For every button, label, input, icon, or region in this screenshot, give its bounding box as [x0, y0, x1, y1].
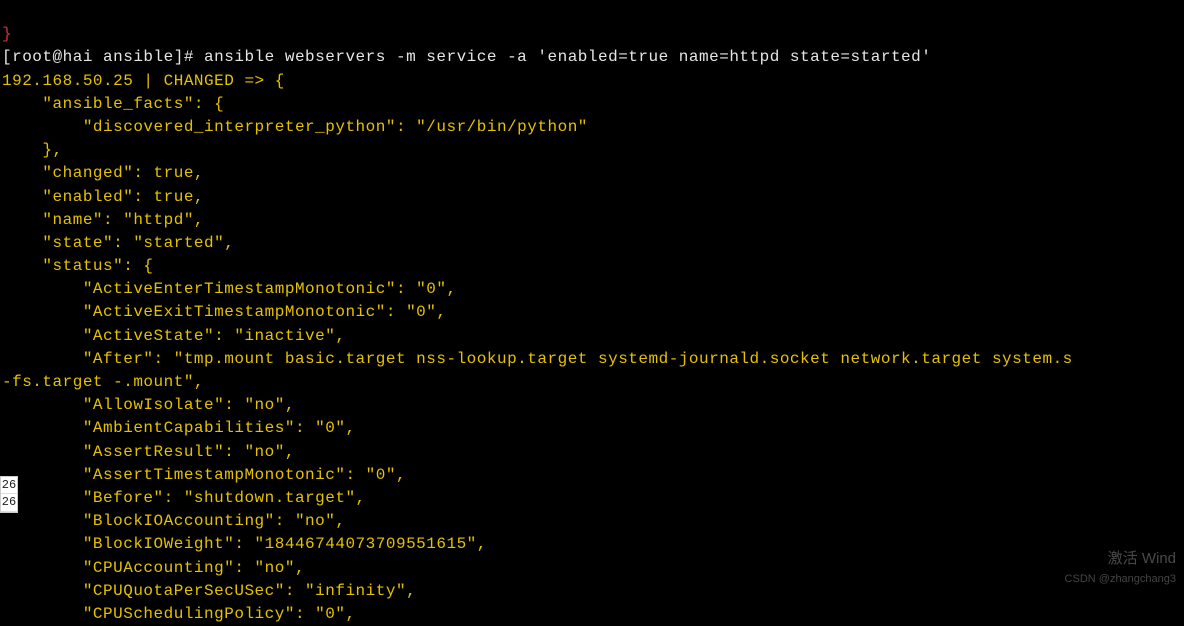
output-line: "discovered_interpreter_python": "/usr/b… — [2, 118, 588, 136]
output-line: "CPUSchedulingPolicy": "0", — [2, 605, 356, 623]
gutter-mark: 26 — [1, 494, 17, 511]
output-line: "BlockIOAccounting": "no", — [2, 512, 345, 530]
shell-command[interactable]: ansible webservers -m service -a 'enable… — [204, 48, 931, 66]
output-line: }, — [2, 141, 63, 159]
windows-activation-watermark: 激活 Wind — [1108, 548, 1176, 570]
terminal-output: } [root@hai ansible]# ansible webservers… — [0, 0, 1184, 626]
gutter-mark: 26 — [1, 477, 17, 494]
output-line: "ActiveExitTimestampMonotonic": "0", — [2, 303, 446, 321]
output-line: "CPUQuotaPerSecUSec": "infinity", — [2, 582, 416, 600]
output-line: "status": { — [2, 257, 154, 275]
output-line: "AssertResult": "no", — [2, 443, 295, 461]
side-gutter: 26 26 — [0, 476, 18, 513]
output-line: "enabled": true, — [2, 188, 204, 206]
host-result-line: 192.168.50.25 | CHANGED => { — [2, 72, 285, 90]
prev-close-brace: } — [2, 25, 12, 43]
output-line: "name": "httpd", — [2, 211, 204, 229]
output-line: "CPUAccounting": "no", — [2, 559, 305, 577]
csdn-watermark: CSDN @zhangchang3 — [1065, 572, 1176, 588]
output-line: "AmbientCapabilities": "0", — [2, 419, 356, 437]
output-line: "AssertTimestampMonotonic": "0", — [2, 466, 406, 484]
output-line: "Before": "shutdown.target", — [2, 489, 366, 507]
output-line: "AllowIsolate": "no", — [2, 396, 295, 414]
output-line: "changed": true, — [2, 164, 204, 182]
output-line: "After": "tmp.mount basic.target nss-loo… — [2, 350, 1073, 368]
output-line: "ansible_facts": { — [2, 95, 224, 113]
output-line: "ActiveEnterTimestampMonotonic": "0", — [2, 280, 457, 298]
shell-prompt: [root@hai ansible]# — [2, 48, 204, 66]
output-line: "ActiveState": "inactive", — [2, 327, 345, 345]
output-line: "state": "started", — [2, 234, 234, 252]
output-line: "BlockIOWeight": "18446744073709551615", — [2, 535, 487, 553]
output-continuation: -fs.target -.mount", — [2, 373, 204, 391]
